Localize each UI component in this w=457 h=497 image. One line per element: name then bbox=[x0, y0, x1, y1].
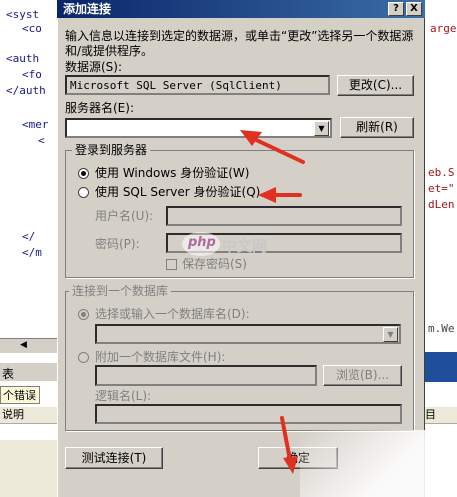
corner-wash bbox=[300, 430, 457, 497]
arrow-to-server-field bbox=[240, 130, 305, 164]
arrow-to-sql-auth bbox=[258, 187, 302, 203]
arrow-to-ok-button bbox=[280, 416, 298, 474]
annotation-arrows bbox=[240, 130, 305, 474]
